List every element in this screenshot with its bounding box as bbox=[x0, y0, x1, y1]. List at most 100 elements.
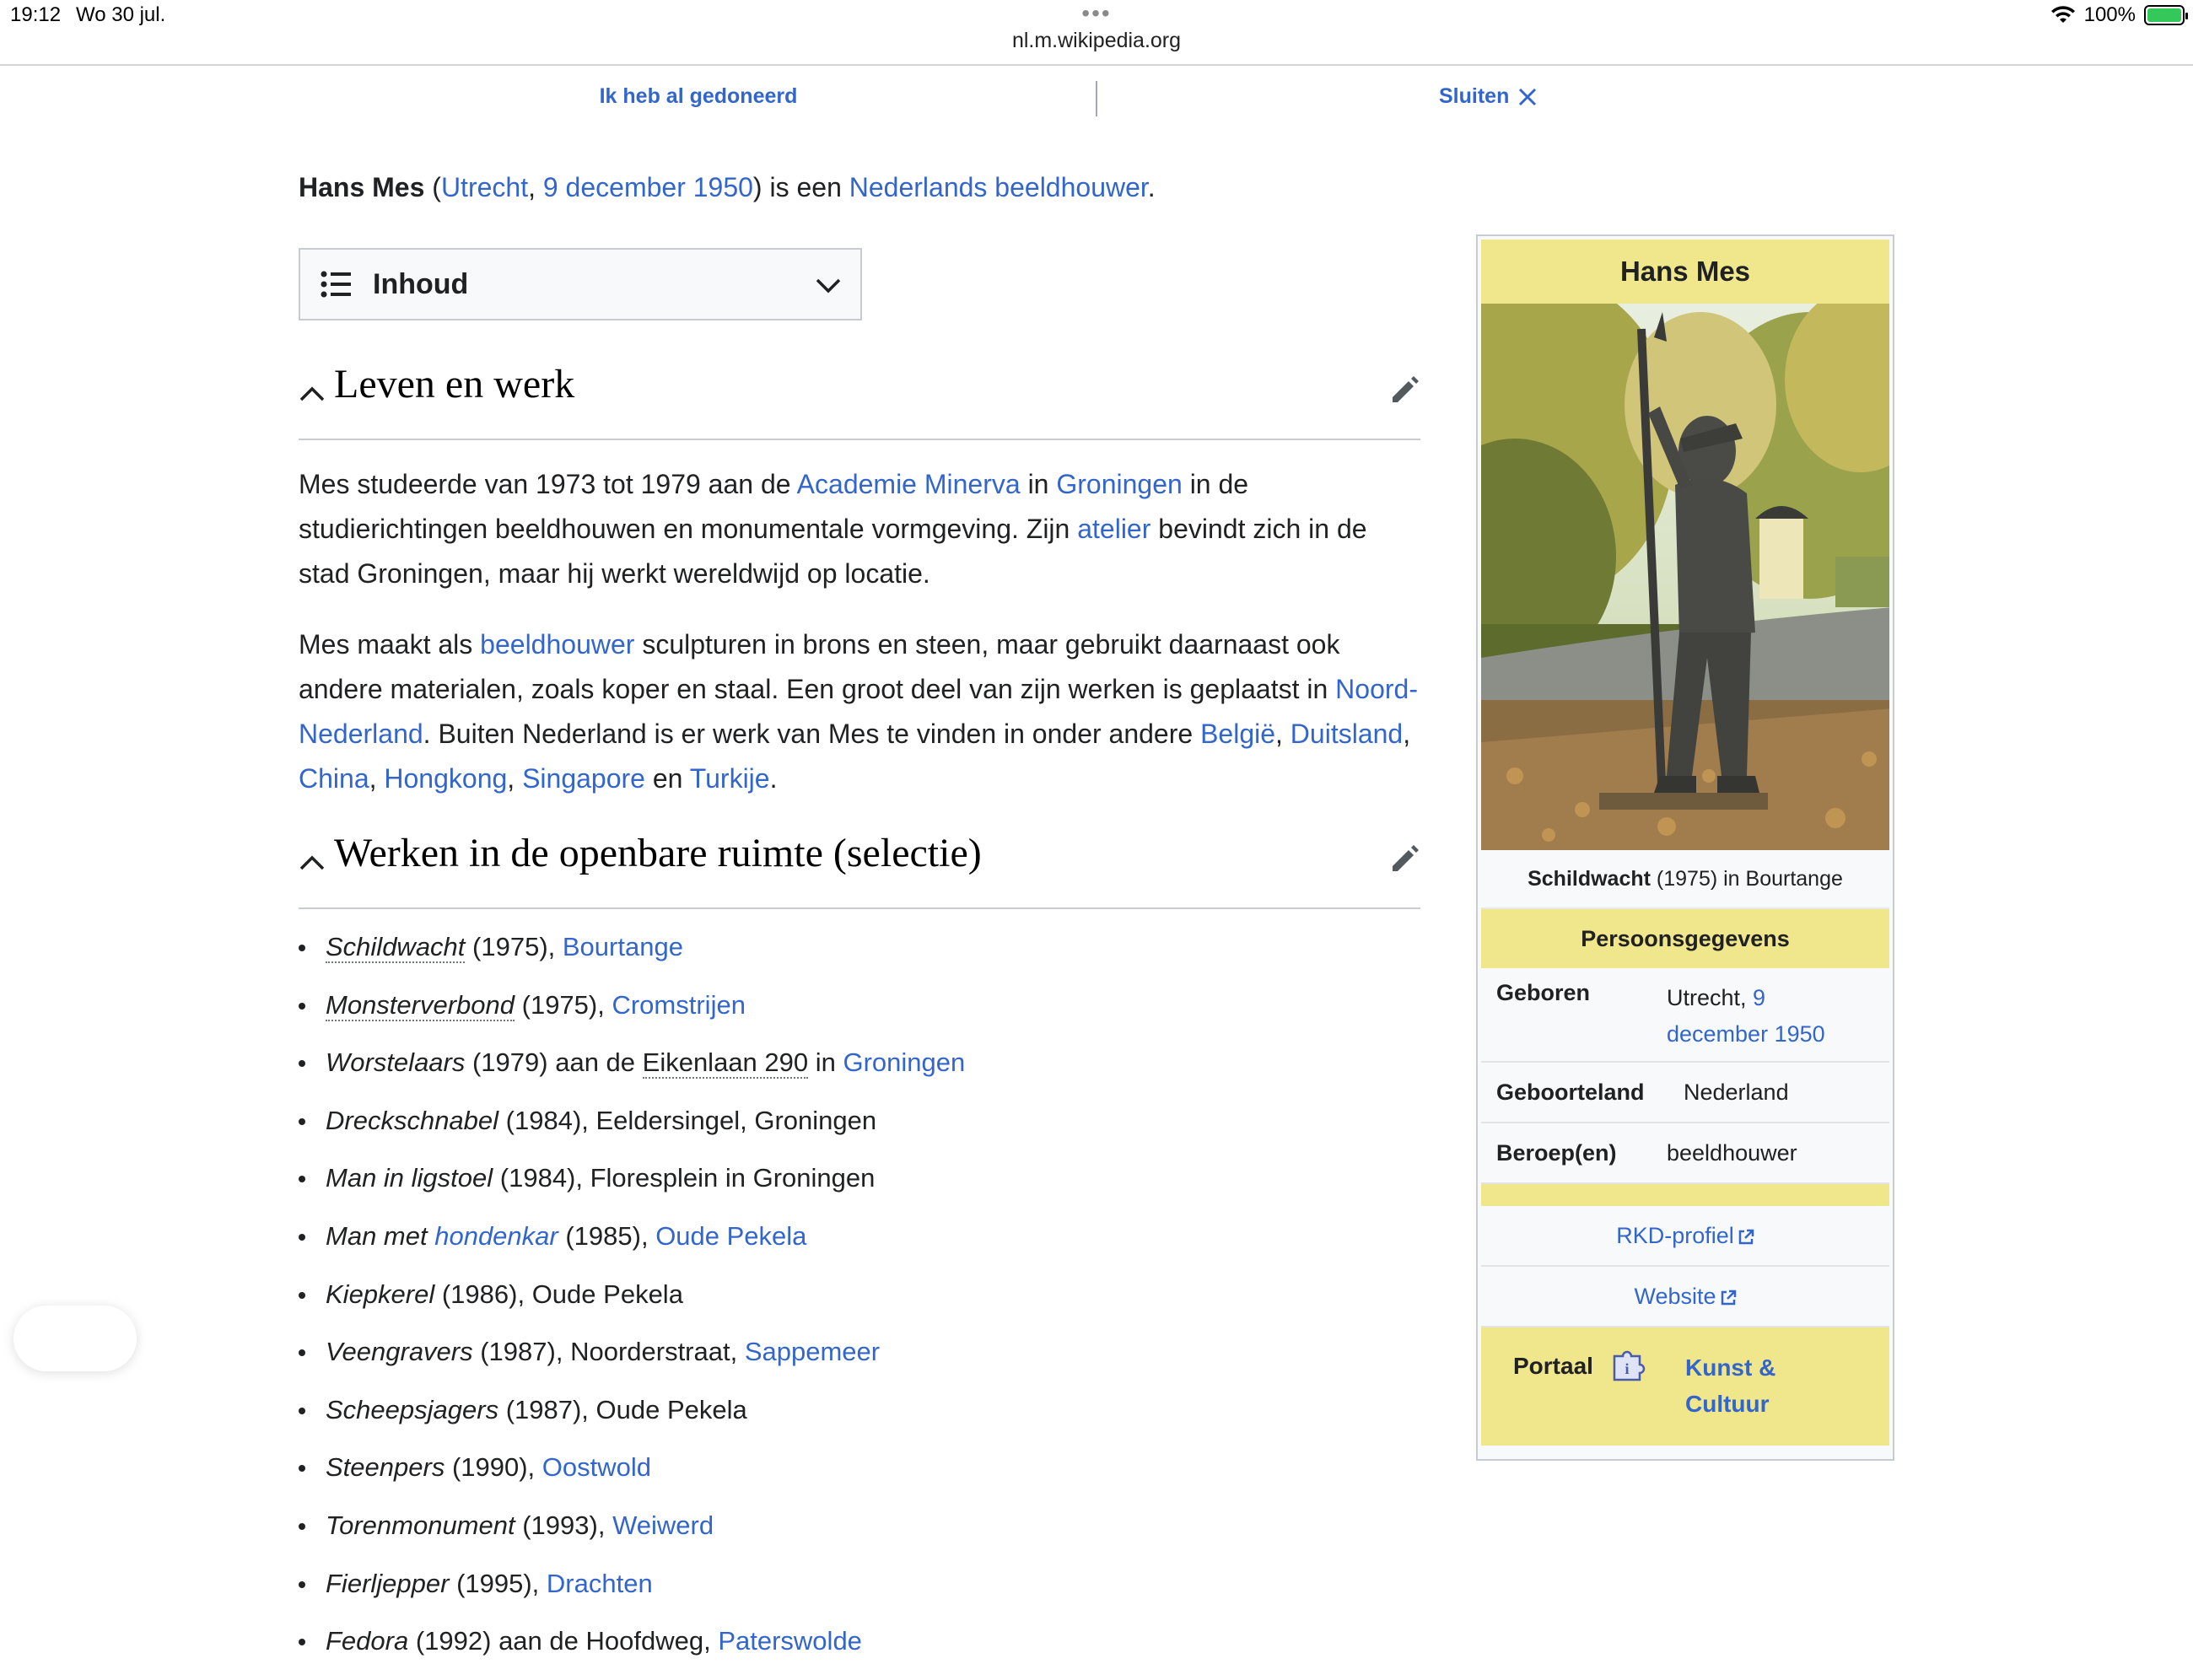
link-beeldhouwer[interactable]: beeldhouwer bbox=[480, 629, 634, 660]
link-turkije[interactable]: Turkije bbox=[690, 763, 770, 794]
link-singapore[interactable]: Singapore bbox=[522, 763, 645, 794]
place-link[interactable]: Weiwerd bbox=[612, 1510, 714, 1540]
text: , bbox=[1275, 719, 1290, 749]
text: (1975), bbox=[465, 932, 563, 961]
text: , bbox=[507, 763, 523, 794]
battery-percentage: 100% bbox=[2083, 3, 2136, 26]
work-title: Kiepkerel bbox=[326, 1279, 435, 1309]
work-title: Fierljepper bbox=[326, 1568, 450, 1598]
row-value: Utrecht, 9 december 1950 bbox=[1667, 980, 1852, 1053]
list-item: Schildwacht (1975), Bourtange bbox=[299, 928, 1420, 986]
infobox-photo-schildwacht[interactable] bbox=[1481, 304, 1889, 850]
place-link[interactable]: Bourtange bbox=[563, 932, 683, 961]
svg-text:i: i bbox=[1625, 1360, 1629, 1377]
link-duitsland[interactable]: Duitsland bbox=[1290, 719, 1403, 749]
work-title-link[interactable]: Schildwacht bbox=[326, 932, 466, 963]
link-belgie[interactable]: België bbox=[1200, 719, 1275, 749]
address-bar-url[interactable]: nl.m.wikipedia.org bbox=[1012, 29, 1181, 53]
infobox-row-geboorteland: Geboorteland Nederland bbox=[1481, 1063, 1889, 1123]
work-title: Steenpers bbox=[326, 1452, 445, 1483]
place-link[interactable]: Oude Pekela bbox=[655, 1221, 806, 1251]
external-link-icon bbox=[1721, 1290, 1736, 1306]
portal-label: Portaal bbox=[1513, 1353, 1593, 1379]
section-heading-leven-en-werk[interactable]: Leven en werk bbox=[299, 354, 1420, 440]
close-icon bbox=[1519, 88, 1537, 105]
website-link[interactable]: Website bbox=[1634, 1284, 1716, 1309]
infobox-link-rkd[interactable]: RKD-profiel bbox=[1481, 1206, 1889, 1267]
lead-text: is een bbox=[769, 172, 842, 202]
sculpture-photo bbox=[1481, 304, 1889, 850]
link-nederlands-beeldhouwer[interactable]: Nederlands beeldhouwer bbox=[849, 172, 1148, 202]
link-hondenkar[interactable]: hondenkar bbox=[434, 1221, 558, 1251]
floating-button[interactable] bbox=[13, 1306, 137, 1371]
text: (1975), bbox=[515, 989, 612, 1020]
link-beeldhouwer[interactable]: beeldhouwer bbox=[1667, 1140, 1797, 1166]
already-donated-button[interactable]: Ik heb al gedoneerd bbox=[600, 84, 798, 109]
status-bar: 19:12 Wo 30 jul. ••• nl.m.wikipedia.org … bbox=[0, 0, 2193, 64]
list-item: Steenpers (1990), Oostwold bbox=[299, 1448, 1420, 1506]
text: (1987), Oude Pekela bbox=[498, 1394, 747, 1424]
place-link[interactable]: Drachten bbox=[547, 1569, 653, 1598]
infobox-link-website[interactable]: Website bbox=[1481, 1267, 1889, 1327]
donation-banner: Ik heb al gedoneerd Sluiten bbox=[0, 66, 2193, 130]
list-item: Man met hondenkar (1985), Oude Pekela bbox=[299, 1217, 1420, 1275]
close-banner-button[interactable]: Sluiten bbox=[1439, 84, 1538, 109]
work-title-link[interactable]: Monsterverbond bbox=[326, 989, 515, 1021]
work-title: Fedora bbox=[326, 1626, 409, 1656]
infobox-header-persoonsgegevens: Persoonsgegevens bbox=[1481, 909, 1889, 968]
row-key: Geboren bbox=[1496, 980, 1591, 1005]
text: . bbox=[769, 763, 778, 794]
work-title: Dreckschnabel bbox=[326, 1105, 499, 1135]
text: , bbox=[1403, 719, 1411, 749]
link-atelier[interactable]: atelier bbox=[1077, 514, 1150, 544]
link-groningen[interactable]: Groningen bbox=[1056, 469, 1182, 499]
text: . Buiten Nederland is er werk van Mes te… bbox=[423, 719, 1201, 749]
text: (1993), bbox=[515, 1510, 613, 1540]
works-list: Schildwacht (1975), Bourtange Monsterver… bbox=[299, 928, 1420, 1680]
place-link[interactable]: Groningen bbox=[843, 1047, 966, 1077]
puzzle-icon: i bbox=[1613, 1350, 1646, 1381]
text: (1984), Floresplein in Groningen bbox=[493, 1163, 876, 1193]
street-link[interactable]: Eikenlaan 290 bbox=[642, 1047, 809, 1080]
pencil-icon[interactable] bbox=[1388, 374, 1420, 407]
external-link-icon bbox=[1738, 1229, 1754, 1245]
place-link[interactable]: Sappemeer bbox=[745, 1337, 880, 1366]
text: (1985), bbox=[558, 1220, 656, 1251]
link-academie-minerva[interactable]: Academie Minerva bbox=[797, 469, 1021, 499]
battery-icon bbox=[2144, 5, 2188, 25]
section-heading-werken-openbare-ruimte[interactable]: Werken in de openbare ruimte (selectie) bbox=[299, 823, 1420, 909]
rkd-profiel-link[interactable]: RKD-profiel bbox=[1616, 1223, 1734, 1248]
pencil-icon[interactable] bbox=[1388, 843, 1420, 875]
link-china[interactable]: China bbox=[299, 763, 369, 794]
list-item: Dreckschnabel (1984), Eeldersingel, Gron… bbox=[299, 1101, 1420, 1160]
article-subject: Hans Mes bbox=[299, 172, 425, 202]
status-time: 19:12 bbox=[10, 3, 62, 26]
table-of-contents-toggle[interactable]: Inhoud bbox=[299, 248, 862, 320]
multitasking-dots-icon[interactable]: ••• bbox=[1081, 0, 1111, 27]
place-link[interactable]: Paterswolde bbox=[718, 1626, 862, 1656]
row-key: Beroep(en) bbox=[1496, 1140, 1617, 1166]
link-nederland[interactable]: Nederland bbox=[1684, 1080, 1789, 1106]
infobox-portal: Portaal i Kunst & Cultuur bbox=[1481, 1327, 1889, 1446]
list-item: Fierljepper (1995), Drachten bbox=[299, 1564, 1420, 1623]
work-title: Scheepsjagers bbox=[326, 1394, 499, 1424]
wifi-icon bbox=[2050, 6, 2076, 24]
link-hongkong[interactable]: Hongkong bbox=[384, 763, 507, 794]
text: (1984), Eeldersingel, Groningen bbox=[498, 1105, 877, 1135]
link-utrecht[interactable]: Utrecht bbox=[441, 172, 528, 202]
text: , bbox=[369, 763, 385, 794]
link-birthdate[interactable]: 9 december 1950 bbox=[543, 172, 753, 202]
infobox: Hans Mes Schildwacht (1975) in Bourtange… bbox=[1476, 234, 1894, 1461]
place-link[interactable]: Cromstrijen bbox=[612, 990, 745, 1020]
section-title: Werken in de openbare ruimte (selectie) bbox=[334, 831, 982, 875]
work-title: Man met bbox=[326, 1220, 435, 1251]
text: (1995), bbox=[449, 1568, 547, 1598]
chevron-up-icon bbox=[299, 386, 325, 401]
text: (1986), Oude Pekela bbox=[434, 1279, 683, 1309]
banner-divider bbox=[1096, 81, 1097, 116]
lead-paragraph: Hans Mes (Utrecht, 9 december 1950) is e… bbox=[299, 172, 1156, 202]
list-item: Veengravers (1987), Noorderstraat, Sappe… bbox=[299, 1333, 1420, 1391]
place-link[interactable]: Oostwold bbox=[542, 1452, 651, 1482]
portal-link-kunst-cultuur[interactable]: Kunst & Cultuur bbox=[1685, 1349, 1795, 1422]
list-item: Worstelaars (1979) aan de Eikenlaan 290 … bbox=[299, 1043, 1420, 1101]
